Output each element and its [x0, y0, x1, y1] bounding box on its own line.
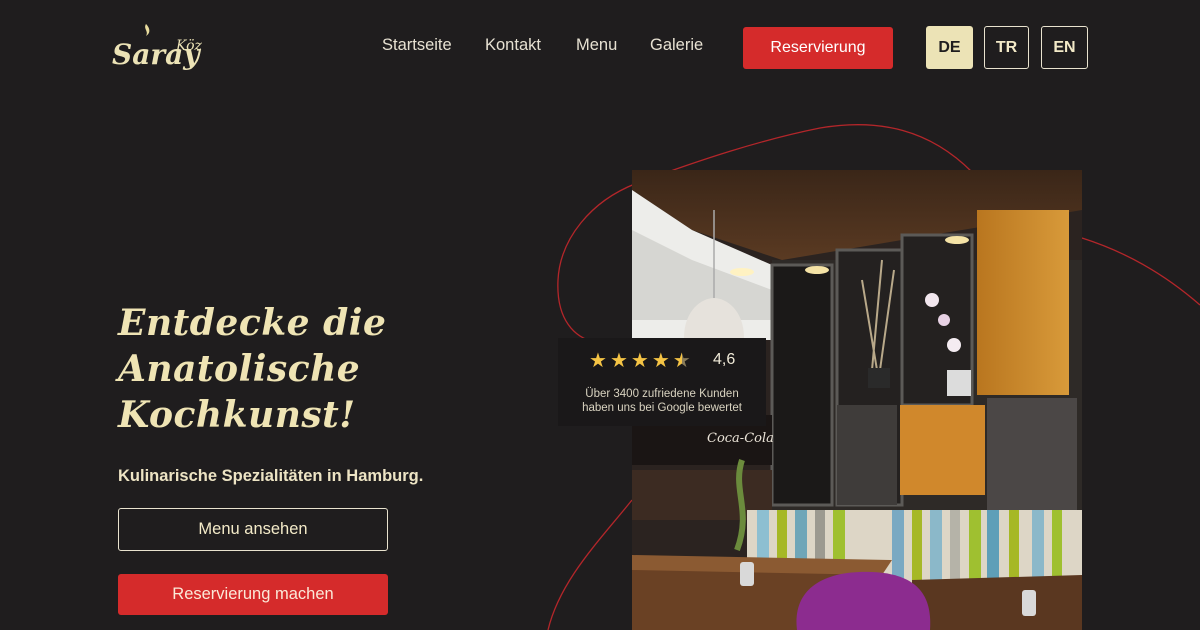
header-reservation-button[interactable]: Reservierung: [743, 27, 893, 69]
logo-text-sub: Köz: [175, 38, 203, 54]
logo[interactable]: Saray Köz: [110, 20, 210, 70]
hero-title-line: Anatolische: [118, 348, 361, 390]
star-icon: ★: [630, 350, 649, 372]
hero-title: Entdecke die Anatolische Kochkunst!: [118, 300, 448, 438]
hero-title-line: Kochkunst!: [118, 394, 356, 436]
language-de-button[interactable]: DE: [926, 26, 973, 69]
rating-value: 4,6: [713, 351, 736, 368]
nav-link-startseite[interactable]: Startseite: [382, 36, 452, 55]
star-icon: ★: [589, 350, 607, 372]
nav-link-kontakt[interactable]: Kontakt: [485, 36, 541, 55]
hero-title-line: Entdecke die: [118, 302, 387, 344]
language-en-button[interactable]: EN: [1041, 26, 1088, 69]
hero-subtitle: Kulinarische Spezialitäten in Hamburg.: [118, 467, 424, 485]
view-menu-button[interactable]: Menu ansehen: [118, 508, 388, 551]
nav-link-menu[interactable]: Menu: [576, 36, 617, 55]
star-icon: ★: [609, 350, 628, 372]
language-tr-button[interactable]: TR: [984, 26, 1029, 69]
rating-text-line: haben uns bei Google bewertet: [582, 402, 742, 414]
google-rating-card: ★ ★ ★ ★ ★ 4,6 Über 3400 zufriedene Kunde…: [558, 338, 766, 426]
make-reservation-button[interactable]: Reservierung machen: [118, 574, 388, 615]
nav-link-galerie[interactable]: Galerie: [650, 36, 703, 55]
rating-stars: ★ ★ ★ ★ ★: [589, 348, 691, 373]
rating-text-line: Über 3400 zufriedene Kunden: [585, 388, 739, 400]
coca-cola-sign: Coca-Cola: [707, 431, 774, 446]
logo-mark: Saray Köz: [112, 24, 203, 70]
star-half-icon: ★: [672, 350, 691, 372]
star-icon: ★: [651, 350, 670, 372]
rating-description: Über 3400 zufriedene Kunden haben uns be…: [558, 387, 766, 415]
